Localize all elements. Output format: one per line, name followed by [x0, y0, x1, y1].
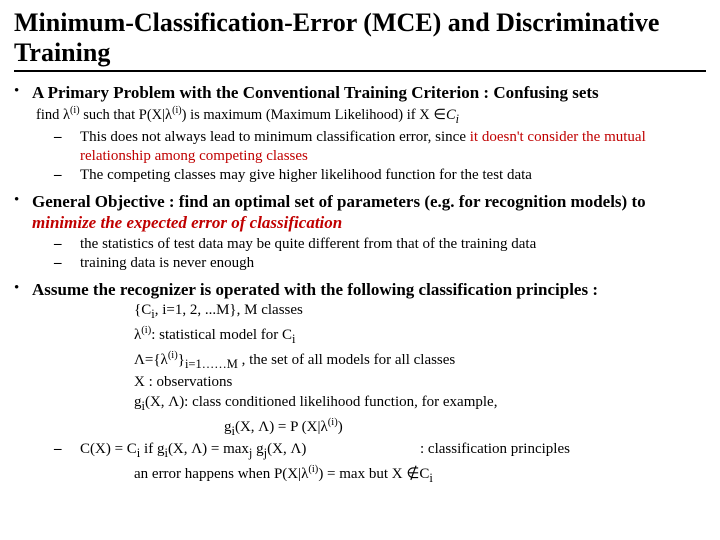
problem-subtext: find λ(i) such that P(X|λ(i)) is maximum…	[36, 105, 706, 127]
bullet-assume-text: Assume the recognizer is operated with t…	[32, 279, 706, 300]
bullet-objective: • General Objective : find an optimal se…	[14, 191, 706, 234]
dash-item: – This does not always lead to minimum c…	[54, 128, 706, 166]
dash-text: training data is never enough	[80, 254, 706, 273]
def-lambda: λ(i): statistical model for Ci	[134, 324, 706, 348]
slide-title: Minimum-Classification-Error (MCE) and D…	[14, 8, 706, 72]
dash-icon: –	[54, 254, 80, 273]
dash-icon: –	[54, 166, 80, 185]
bullet-dot: •	[14, 82, 32, 103]
dash-icon: –	[54, 440, 80, 462]
bullet-problem-text: A Primary Problem with the Conventional …	[32, 82, 706, 103]
def-observations: X : observations	[134, 373, 706, 392]
dash-text: the statistics of test data may be quite…	[80, 235, 706, 254]
bullet-objective-text: General Objective : find an optimal set …	[32, 191, 706, 234]
def-gi: gi(X, Λ): class conditioned likelihood f…	[134, 393, 706, 415]
problem-dash-list: – This does not always lead to minimum c…	[54, 128, 706, 185]
dash-icon: –	[54, 235, 80, 254]
bullet-assume: • Assume the recognizer is operated with…	[14, 279, 706, 300]
dash-text: This does not always lead to minimum cla…	[80, 128, 706, 166]
def-gi-eq: gi(X, Λ) = P (X|λ(i))	[224, 416, 706, 440]
def-classes: {Ci, i=1, 2, ...M}, M classes	[134, 301, 706, 323]
objective-dash-list: – the statistics of test data may be qui…	[54, 235, 706, 274]
dash-text: The competing classes may give higher li…	[80, 166, 706, 185]
dash-item: – The competing classes may give higher …	[54, 166, 706, 185]
classification-rule: – C(X) = Ci if gi(X, Λ) = maxj gj(X, Λ) …	[54, 440, 706, 462]
error-condition: an error happens when P(X|λ(i)) = max bu…	[134, 463, 706, 487]
bullet-dot: •	[14, 191, 32, 234]
bullet-problem: • A Primary Problem with the Conventiona…	[14, 82, 706, 103]
dash-item: – the statistics of test data may be qui…	[54, 235, 706, 254]
dash-item: – training data is never enough	[54, 254, 706, 273]
definitions-block: {Ci, i=1, 2, ...M}, M classes λ(i): stat…	[134, 301, 706, 439]
bullet-dot: •	[14, 279, 32, 300]
dash-icon: –	[54, 128, 80, 166]
def-big-lambda: Λ={λ(i)}i=1……M , the set of all models f…	[134, 349, 706, 373]
classification-label: : classification principles	[420, 440, 570, 462]
